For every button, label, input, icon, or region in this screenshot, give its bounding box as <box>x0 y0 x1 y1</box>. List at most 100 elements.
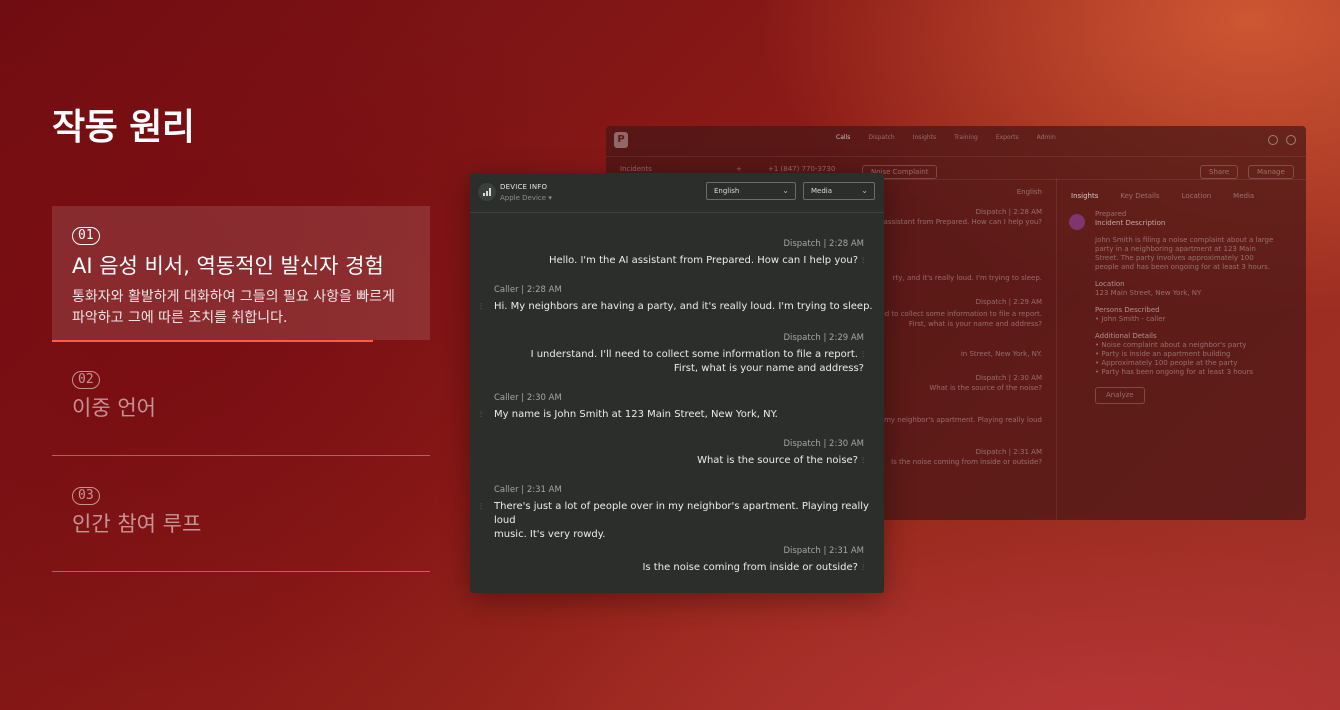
transcript-panel: DEVICE INFO Apple Device ▾ English ⌄ Med… <box>470 173 884 593</box>
bg-line: What is the source of the noise? <box>929 384 1042 392</box>
persons-value: • John Smith - caller <box>1095 315 1166 323</box>
card-title: Incident Description <box>1095 219 1166 227</box>
nav-insights[interactable]: Insights <box>913 134 936 141</box>
tab-media[interactable]: Media <box>1233 192 1254 200</box>
location-value: 123 Main Street, New York, NY <box>1095 289 1202 297</box>
bg-line: English <box>1016 188 1042 196</box>
nav-dispatch[interactable]: Dispatch <box>868 134 894 141</box>
message-text: What is the source of the noise? ⫶ <box>697 455 864 466</box>
audio-wave-icon[interactable]: ⫶ <box>480 300 482 314</box>
message-text: There's just a lot of people over in my … <box>480 501 869 526</box>
nav-admin[interactable]: Admin <box>1037 134 1056 141</box>
caller-phone: +1 (847) 770-3730 <box>768 165 836 173</box>
step-number: 01 <box>72 227 100 245</box>
share-button[interactable]: Share <box>1200 165 1239 179</box>
message-text: Hello. I'm the AI assistant from Prepare… <box>548 255 864 266</box>
details-label: Additional Details <box>1095 332 1157 340</box>
step-item-3[interactable]: 03 인간 참여 루프 <box>52 456 430 572</box>
bg-line: assistant from Prepared. How can I help … <box>883 218 1042 226</box>
step-item-2[interactable]: 02 이중 언어 <box>52 340 430 456</box>
media-value: Media <box>811 187 833 195</box>
tab-key-details[interactable]: Key Details <box>1120 192 1159 200</box>
app-logo: P <box>614 132 628 148</box>
step-number: 02 <box>72 371 100 389</box>
bg-line: Is the noise coming from inside or outsi… <box>891 458 1042 466</box>
media-select[interactable]: Media ⌄ <box>803 182 875 200</box>
message-text: Hi. My neighbors are having a party, and… <box>480 301 873 312</box>
bg-line: Dispatch | 2:31 AM <box>975 448 1042 456</box>
message-dispatch: Dispatch | 2:28 AM Hello. I'm the AI assi… <box>549 237 864 268</box>
step-item-1[interactable]: 01 AI 음성 비서, 역동적인 발신자 경험 통화자와 활발하게 대화하여 … <box>52 206 430 342</box>
bg-line: in Street, New York, NY. <box>960 350 1042 358</box>
message-caller: Caller | 2:31 AM There's just a lot of pe… <box>480 483 884 542</box>
bg-line: n my neighbor's apartment. Playing reall… <box>877 416 1042 424</box>
device-info-subtitle[interactable]: Apple Device ▾ <box>500 194 552 202</box>
add-icon[interactable]: + <box>736 165 742 173</box>
device-name: Apple Device <box>500 194 547 202</box>
message-text: Is the noise coming from inside or outsi… <box>642 562 864 573</box>
persons-label: Persons Described <box>1095 306 1160 314</box>
language-select[interactable]: English ⌄ <box>706 182 796 200</box>
message-meta: Dispatch | 2:31 AM <box>783 546 864 556</box>
card-description: John Smith is filing a noise complaint a… <box>1095 236 1274 271</box>
message-meta: Caller | 2:30 AM <box>494 393 562 403</box>
chevron-down-icon: ⌄ <box>782 186 789 195</box>
detail-item: • Approximately 100 people at the party <box>1095 359 1238 367</box>
bg-line: Dispatch | 2:29 AM <box>975 298 1042 306</box>
message-caller: Caller | 2:30 AM My name is John Smith at… <box>480 391 778 422</box>
app-topbar: P Calls Dispatch Insights Training Expor… <box>606 126 1306 157</box>
message-meta: Caller | 2:28 AM <box>494 285 562 295</box>
page-heading: 작동 원리 <box>52 107 195 148</box>
message-dispatch: Dispatch | 2:31 AM Is the noise coming fr… <box>642 544 864 575</box>
insights-panel: Insights Key Details Location Media Prep… <box>1056 178 1306 520</box>
message-text: My name is John Smith at 123 Main Street… <box>480 409 778 420</box>
message-caller: Caller | 2:28 AM Hi. My neighbors are hav… <box>480 283 873 314</box>
step-title: AI 음성 비서, 역동적인 발신자 경험 <box>72 254 384 278</box>
step-title: 인간 참여 루프 <box>72 512 202 536</box>
location-label: Location <box>1095 280 1125 288</box>
manage-button[interactable]: Manage <box>1248 165 1294 179</box>
bg-line: Dispatch | 2:28 AM <box>975 208 1042 216</box>
audio-wave-icon[interactable]: ⫶ <box>862 256 864 265</box>
tab-insights[interactable]: Insights <box>1071 192 1098 200</box>
message-text: I understand. I'll need to collect some … <box>530 349 864 360</box>
bell-icon[interactable] <box>1268 135 1278 145</box>
insights-tabs: Insights Key Details Location Media <box>1057 178 1306 200</box>
steps-list: 01 AI 음성 비서, 역동적인 발신자 경험 통화자와 활발하게 대화하여 … <box>52 206 430 572</box>
step-progress-bar <box>52 340 374 342</box>
detail-item: • Party is inside an apartment building <box>1095 350 1231 358</box>
analyze-button[interactable]: Analyze <box>1095 387 1145 404</box>
audio-wave-icon[interactable]: ⫶ <box>862 563 864 572</box>
bg-line: Dispatch | 2:30 AM <box>975 374 1042 382</box>
bg-line: First, what is your name and address? <box>908 320 1042 328</box>
insight-card: Prepared Incident Description John Smith… <box>1057 200 1306 404</box>
audio-wave-icon[interactable]: ⫶ <box>480 408 482 422</box>
audio-wave-icon[interactable]: ⫶ <box>862 456 864 465</box>
language-value: English <box>714 187 740 195</box>
tab-location[interactable]: Location <box>1182 192 1212 200</box>
message-meta: Caller | 2:31 AM <box>494 485 562 495</box>
chevron-down-icon: ▾ <box>548 194 552 202</box>
assistant-avatar <box>1069 214 1085 230</box>
message-meta: Dispatch | 2:29 AM <box>783 333 864 343</box>
step-number: 03 <box>72 487 100 505</box>
message-dispatch: Dispatch | 2:29 AM I understand. I'll nee… <box>531 331 864 376</box>
card-name: Prepared <box>1095 210 1127 218</box>
audio-wave-icon[interactable]: ⫶ <box>480 500 482 514</box>
nav-exports[interactable]: Exports <box>996 134 1019 141</box>
audio-wave-icon[interactable]: ⫶ <box>862 350 864 359</box>
device-info-title: DEVICE INFO <box>500 183 548 191</box>
detail-item: • Noise complaint about a neighbor's par… <box>1095 341 1247 349</box>
incidents-label[interactable]: Incidents <box>620 165 652 173</box>
message-meta: Dispatch | 2:28 AM <box>783 239 864 249</box>
bg-line: rty, and it's really loud. I'm trying to… <box>892 274 1042 282</box>
panel-header: DEVICE INFO Apple Device ▾ English ⌄ Med… <box>470 173 884 213</box>
nav-training[interactable]: Training <box>954 134 978 141</box>
step-description: 통화자와 활발하게 대화하여 그들의 필요 사항을 빠르게 파악하고 그에 따른… <box>72 289 395 326</box>
nav-calls[interactable]: Calls <box>836 134 850 141</box>
signal-icon <box>478 183 496 201</box>
message-meta: Dispatch | 2:30 AM <box>783 439 864 449</box>
message-dispatch: Dispatch | 2:30 AM What is the source of … <box>697 437 864 468</box>
mic-icon[interactable] <box>1286 135 1296 145</box>
app-nav: Calls Dispatch Insights Training Exports… <box>836 134 1056 141</box>
